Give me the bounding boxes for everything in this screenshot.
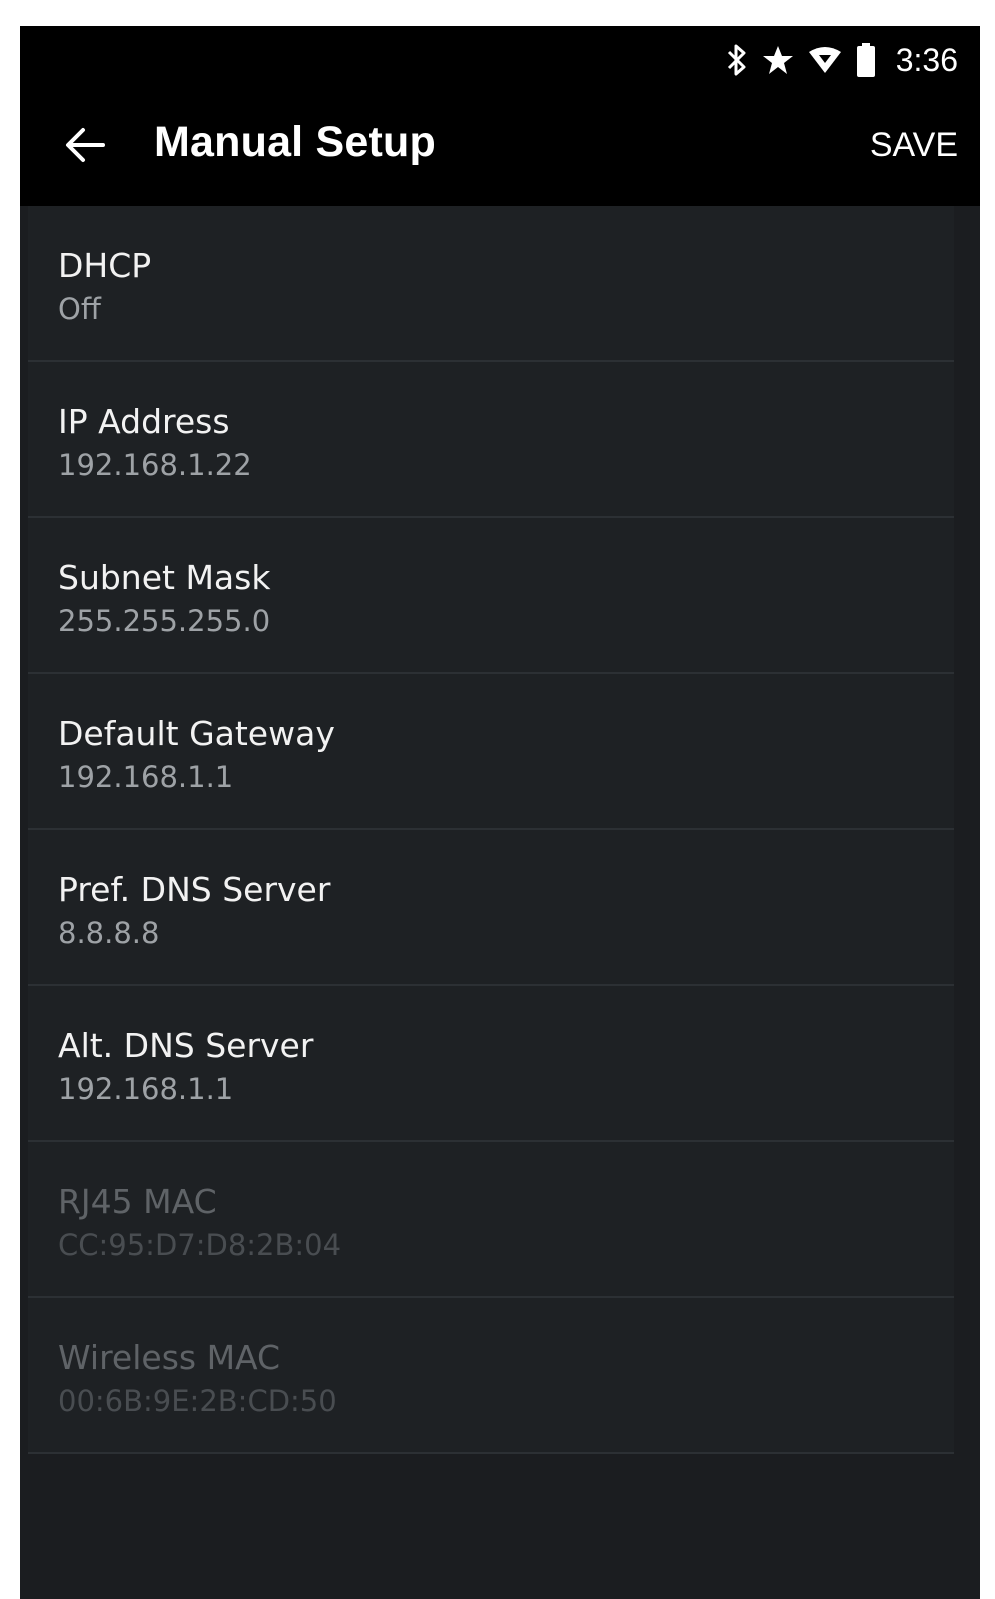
setting-subnet-mask[interactable]: Subnet Mask 255.255.255.0 <box>28 518 954 674</box>
setting-label: Pref. DNS Server <box>58 870 331 909</box>
setting-value: 192.168.1.22 <box>58 448 252 482</box>
app-bar: 3:36 Manual Setup SAVE <box>20 26 980 206</box>
setting-wireless-mac: Wireless MAC 00:6B:9E:2B:CD:50 <box>28 1298 954 1454</box>
bluetooth-icon <box>726 43 748 77</box>
setting-dhcp[interactable]: DHCP Off <box>28 206 954 362</box>
status-bar: 3:36 <box>726 40 958 80</box>
page-title: Manual Setup <box>154 118 436 166</box>
setting-value: Off <box>58 292 101 326</box>
setting-value: 192.168.1.1 <box>58 1072 234 1106</box>
back-button[interactable] <box>60 122 110 172</box>
setting-pref-dns-server[interactable]: Pref. DNS Server 8.8.8.8 <box>28 830 954 986</box>
setting-value: CC:95:D7:D8:2B:04 <box>58 1228 342 1262</box>
setting-label: RJ45 MAC <box>58 1182 217 1221</box>
setting-label: Subnet Mask <box>58 558 271 597</box>
setting-value: 255.255.255.0 <box>58 604 271 638</box>
setting-alt-dns-server[interactable]: Alt. DNS Server 192.168.1.1 <box>28 986 954 1142</box>
wifi-icon <box>808 45 842 75</box>
setting-rj45-mac: RJ45 MAC CC:95:D7:D8:2B:04 <box>28 1142 954 1298</box>
setting-label: DHCP <box>58 246 152 285</box>
setting-default-gateway[interactable]: Default Gateway 192.168.1.1 <box>28 674 954 830</box>
battery-icon <box>856 43 876 77</box>
setting-ip-address[interactable]: IP Address 192.168.1.22 <box>28 362 954 518</box>
save-button[interactable]: SAVE <box>870 126 958 165</box>
setting-label: Alt. DNS Server <box>58 1026 314 1065</box>
star-icon <box>762 44 794 76</box>
back-arrow-icon <box>65 127 105 167</box>
setting-label: Default Gateway <box>58 714 335 753</box>
status-time: 3:36 <box>895 41 958 78</box>
setting-value: 8.8.8.8 <box>58 916 160 950</box>
setting-label: Wireless MAC <box>58 1338 281 1377</box>
setting-label: IP Address <box>58 402 230 441</box>
phone-screen: 3:36 Manual Setup SAVE DHCP Off IP Addre… <box>20 26 980 1599</box>
setting-value: 192.168.1.1 <box>58 760 234 794</box>
settings-list: DHCP Off IP Address 192.168.1.22 Subnet … <box>28 206 954 1454</box>
setting-value: 00:6B:9E:2B:CD:50 <box>58 1384 337 1418</box>
